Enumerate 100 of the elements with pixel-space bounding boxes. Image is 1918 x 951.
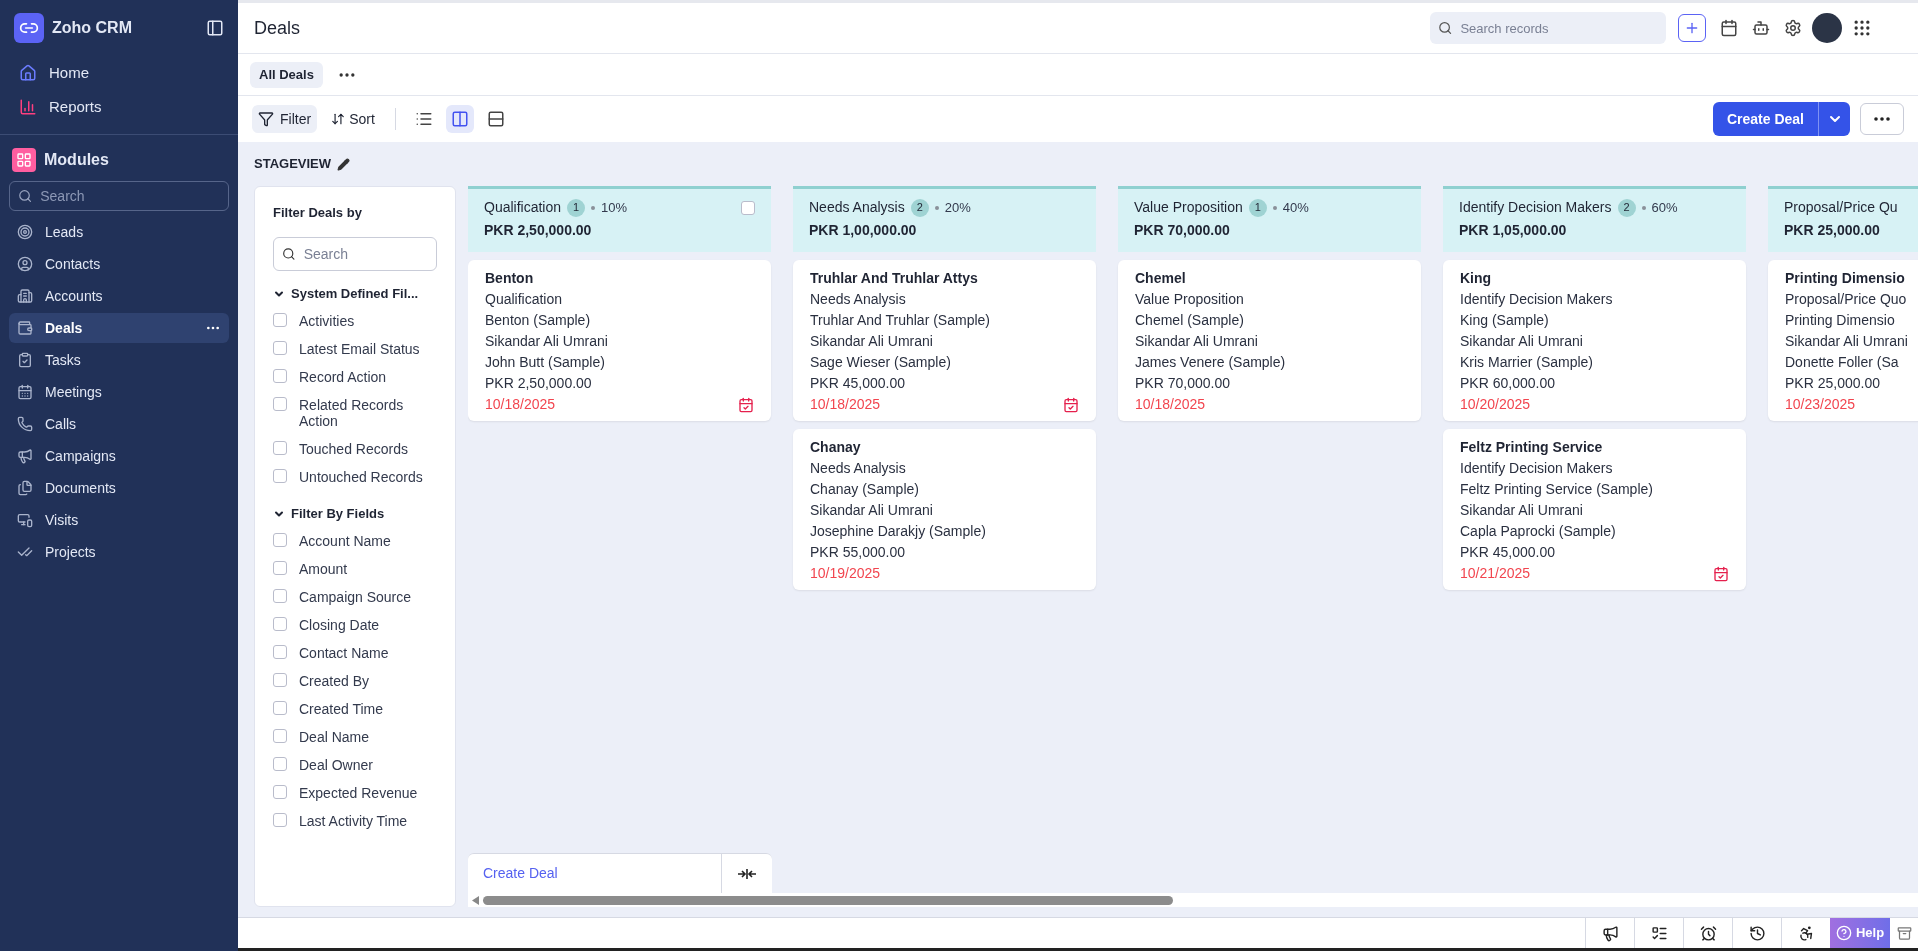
deal-field: PKR 55,000.00 [810,542,905,563]
deal-card[interactable]: Feltz Printing Service Identify Decision Makers Feltz Printing Service (Sample) Sikandar Ali Umrani Capla Paprocki (Sample) PKR 45,000.00 10/21/2025 [1443,429,1746,590]
module-item[interactable]: Leads [9,217,229,247]
deal-field: Sikandar Ali Umrani [1460,331,1583,352]
avatar[interactable] [1812,13,1842,43]
checkbox[interactable] [273,532,287,547]
checkbox[interactable] [273,756,287,771]
checkbox[interactable] [273,728,287,743]
stageview-label: STAGEVIEW [254,155,332,174]
apps-grid-icon[interactable] [1852,18,1872,38]
nav-item[interactable]: Reports [9,90,229,124]
collapse-arrows-icon[interactable] [737,867,757,880]
checkbox[interactable] [273,312,287,327]
checklist-icon[interactable] [1650,924,1668,942]
alarm-clock-icon[interactable] [1699,924,1717,942]
deal-card[interactable]: Benton Qualification Benton (Sample) Sikandar Ali Umrani John Butt (Sample) PKR 2,50,000.00 10/18/2025 [468,260,771,421]
task-check-icon[interactable] [738,396,754,413]
history-icon[interactable] [1748,924,1766,942]
scroll-left-icon[interactable] [472,895,479,905]
checkbox[interactable] [273,616,287,631]
deal-card[interactable]: Chemel Value Proposition Chemel (Sample) Sikandar Ali Umrani James Venere (Sample) PKR 70,000.00 10/18/2025 [1118,260,1421,421]
deal-field: Needs Analysis [810,458,906,479]
filter-button[interactable]: Filter [252,105,318,133]
filter-group-header[interactable]: Filter By Fields [273,500,437,527]
help-button[interactable]: Help [1830,918,1890,948]
stage-total: PKR 25,000.00 [1784,221,1881,240]
filter-search-field[interactable]: Search [303,237,428,270]
task-check-icon[interactable] [1713,565,1729,582]
module-item[interactable]: Calls [9,409,229,439]
filter-option-label: Contact Name [299,644,389,661]
closing-date: 10/23/2025 [1785,395,1856,414]
deal-card[interactable]: Printing Dimensio Proposal/Price Quo Printing Dimensio Sikandar Ali Umrani Donette Foller (Sa PKR 25,000.00 10/23/2025 [1768,260,1918,421]
checkbox[interactable] [273,368,287,383]
filter-option-label: Latest Email Status [299,340,420,357]
task-check-icon[interactable] [1063,396,1079,413]
user-circle-icon [17,256,33,272]
more-icon [1874,117,1890,121]
module-item[interactable]: Tasks [9,345,229,375]
settings-icon[interactable] [1784,19,1802,37]
checkbox[interactable] [273,672,287,687]
calendar-icon [17,384,33,400]
columns-icon[interactable] [445,105,474,133]
checkbox[interactable] [273,812,287,827]
module-item[interactable]: Visits [9,505,229,535]
add-icon[interactable] [1678,14,1706,42]
megaphone-icon[interactable] [1601,924,1619,942]
checkbox[interactable] [273,784,287,799]
filter-group-header[interactable]: System Defined Fil... [273,280,437,307]
checkbox[interactable] [273,588,287,603]
module-item[interactable]: Deals [9,313,229,343]
module-item[interactable]: Campaigns [9,441,229,471]
module-item[interactable]: Documents [9,473,229,503]
checkbox[interactable] [273,396,287,411]
checkbox[interactable] [273,560,287,575]
view-tab[interactable]: All Deals [250,61,323,88]
create-deal-button[interactable]: Create Deal [1712,102,1818,136]
checkbox[interactable] [273,700,287,715]
filter-option-label: Closing Date [299,616,380,633]
module-item[interactable]: Accounts [9,281,229,311]
deal-field: Needs Analysis [810,289,906,310]
deal-title: King [1460,269,1492,288]
module-item[interactable]: Meetings [9,377,229,407]
deal-title: Chemel [1135,269,1186,288]
collapse-sidebar-icon[interactable] [206,19,224,37]
create-deal-dropdown[interactable] [1818,102,1850,136]
deal-card[interactable]: King Identify Decision Makers King (Sample) Sikandar Ali Umrani Kris Marrier (Sample) PKR 60,000.00 10/20/2025 [1443,260,1746,421]
filter-option-label: Deal Owner [299,756,373,773]
deal-count: 1 [1248,198,1267,217]
chart-icon [19,98,37,116]
checkbox[interactable] [741,200,755,215]
horizontal-scrollbar[interactable] [468,893,1918,907]
archive-icon[interactable] [1896,925,1912,941]
module-item[interactable]: Contacts [9,249,229,279]
filter-option-label: Touched Records [299,440,408,457]
stage-probability: 20% [944,198,971,217]
deal-field: PKR 25,000.00 [1785,373,1880,394]
calendar-icon[interactable] [1720,19,1738,37]
checkbox[interactable] [273,468,287,483]
checkbox[interactable] [273,440,287,455]
deal-field: PKR 2,50,000.00 [485,373,592,394]
stage-probability: 40% [1282,198,1309,217]
deal-card[interactable]: Chanay Needs Analysis Chanay (Sample) Sikandar Ali Umrani Josephine Darakjy (Sample) PKR 55,000.00 10/19/2025 [793,429,1096,590]
sort-button[interactable]: Sort [325,105,381,133]
record-search-field[interactable]: Search records [1460,12,1658,44]
page-title: Deals [254,16,301,40]
deal-card[interactable]: Truhlar And Truhlar Attys Needs Analysis Truhlar And Truhlar (Sample) Sikandar Ali Umrani Sage Wieser (Sample) PKR 45,000.00 10/18/2025 [793,260,1096,421]
nav-item[interactable]: Home [9,56,229,90]
record-search-box[interactable]: Search records [1430,12,1666,44]
module-search-box[interactable]: Search [9,181,229,211]
more-options-button[interactable] [1860,103,1904,135]
module-search-field[interactable]: Search [40,182,220,210]
checkbox[interactable] [273,340,287,355]
deal-title: Feltz Printing Service [1460,438,1603,457]
bot-icon[interactable] [1752,19,1770,37]
filter-option-label: Activities [299,312,355,329]
accessibility-icon[interactable] [1797,924,1815,942]
checkbox[interactable] [273,644,287,659]
module-item[interactable]: Projects [9,537,229,567]
filter-search-box[interactable]: Search [273,236,437,271]
edit-icon[interactable] [337,157,351,171]
